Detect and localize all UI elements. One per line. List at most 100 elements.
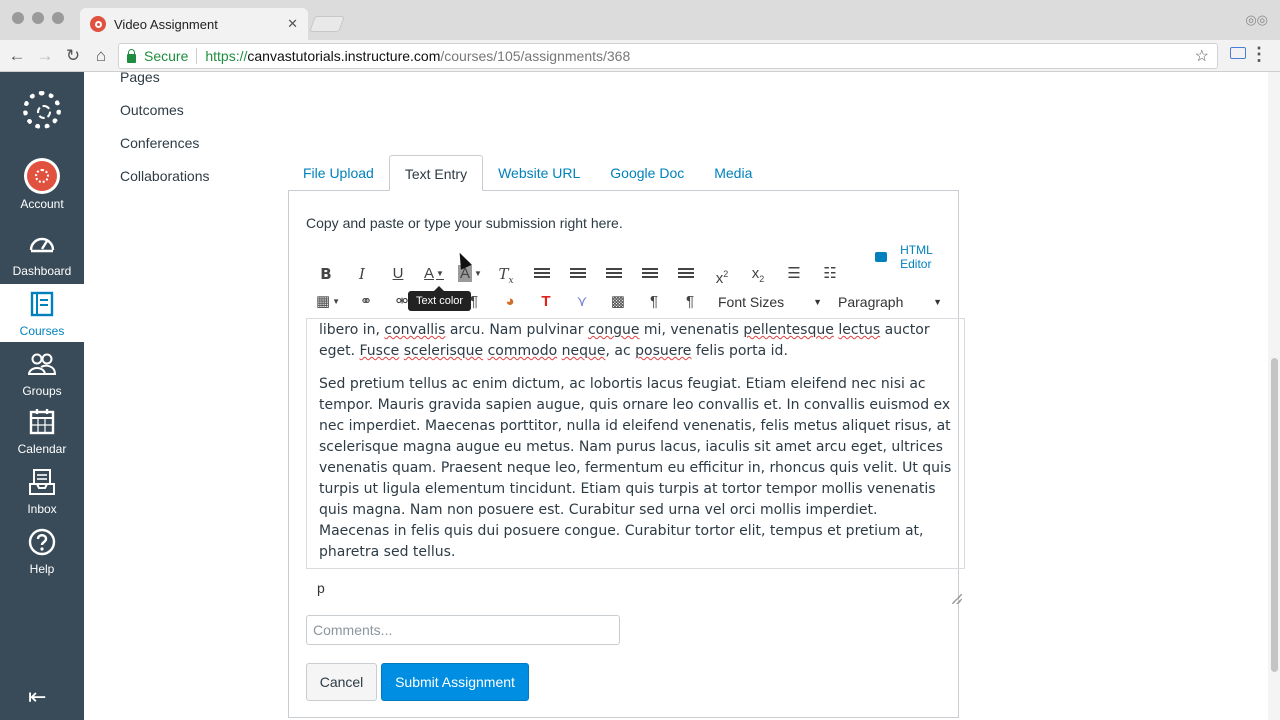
misspelled-word: scelerisque	[403, 343, 484, 359]
canvas-logo-icon[interactable]	[0, 72, 84, 148]
submission-type-tabs: File Upload Text Entry Website URL Googl…	[288, 155, 767, 191]
help-question-icon	[28, 528, 56, 556]
misspelled-word: commodo	[487, 343, 558, 359]
back-arrow-icon[interactable]: ←	[6, 45, 28, 67]
tab-google-doc[interactable]: Google Doc	[595, 155, 699, 191]
global-nav-dashboard[interactable]: Dashboard	[0, 230, 84, 278]
align-left-icon[interactable]	[524, 262, 560, 286]
tab-file-upload[interactable]: File Upload	[288, 155, 389, 191]
chevron-down-icon: ▼	[933, 297, 942, 307]
v-tool-icon[interactable]: ⋎	[564, 290, 600, 314]
tab-close-icon[interactable]: ✕	[287, 16, 298, 32]
text-tool-icon[interactable]: T	[528, 290, 564, 314]
rich-text-editor[interactable]: libero in, convallis arcu. Nam pulvinar …	[306, 318, 965, 569]
global-nav-help[interactable]: Help	[0, 528, 84, 576]
url-scheme: https://	[205, 48, 248, 64]
align-right-icon[interactable]	[596, 262, 632, 286]
forward-arrow-icon[interactable]: →	[34, 45, 56, 67]
course-nav-outcomes[interactable]: Outcomes	[120, 94, 210, 127]
page-scrollbar[interactable]	[1268, 72, 1280, 720]
link-icon[interactable]: ⚭	[348, 290, 384, 314]
cancel-button[interactable]: Cancel	[306, 663, 377, 701]
course-nav-collaborations[interactable]: Collaborations	[120, 160, 210, 193]
align-center-icon[interactable]	[560, 262, 596, 286]
url-host: canvastutorials.instructure.com	[247, 48, 441, 64]
text-color-icon[interactable]: A ▼	[416, 262, 452, 286]
underline-icon[interactable]: U	[380, 262, 416, 286]
subscript-icon[interactable]: x2	[740, 262, 776, 286]
browser-tabstrip: Video Assignment ✕ ◎◎	[0, 0, 1280, 40]
url-path: /courses/105/assignments/368	[440, 48, 631, 64]
paragraph-1-text: libero in,	[319, 322, 385, 338]
paragraph-1-text: , ac	[605, 343, 636, 359]
paragraph-1-text: mi, venenatis	[639, 322, 744, 338]
html-editor-label: HTML Editor	[900, 243, 933, 271]
table-icon[interactable]: ▦ ▼	[308, 290, 348, 314]
element-path: p	[317, 580, 325, 596]
bullet-list-icon[interactable]: ☰	[776, 262, 812, 286]
address-bar[interactable]: Secure https:// canvastutorials.instruct…	[118, 43, 1218, 69]
bold-icon[interactable]: B	[308, 262, 344, 286]
global-nav-calendar[interactable]: Calendar	[0, 408, 84, 456]
reload-icon[interactable]: ↻	[62, 45, 84, 67]
text-color-tooltip: Text color	[408, 286, 472, 311]
course-nav-conferences[interactable]: Conferences	[120, 127, 210, 160]
submission-instructions: Copy and paste or type your submission r…	[306, 215, 623, 231]
global-nav-groups-label: Groups	[22, 384, 62, 398]
course-navigation: Pages Outcomes Conferences Collaboration…	[120, 69, 210, 193]
maximize-window-button[interactable]	[52, 12, 64, 24]
misspelled-word: pellentesque	[743, 322, 834, 338]
background-color-icon[interactable]: A ▼	[452, 262, 488, 286]
misspelled-word: convallis	[384, 322, 446, 338]
paragraph-1-text: arcu. Nam pulvinar	[445, 322, 588, 338]
tab-website-url[interactable]: Website URL	[483, 155, 595, 191]
paragraph-mark-icon[interactable]: ¶	[672, 290, 708, 314]
tab-text-entry[interactable]: Text Entry	[388, 155, 484, 191]
misspelled-word: neque	[561, 343, 606, 359]
paragraph-format-select[interactable]: Paragraph ▼	[828, 290, 948, 314]
outdent-icon[interactable]	[632, 262, 668, 286]
groups-people-icon	[28, 353, 56, 375]
editor-paragraph-2: Sed pretium tellus ac enim dictum, ac lo…	[319, 376, 952, 560]
chevron-down-icon: ▼	[813, 297, 822, 307]
lti-tool-icon[interactable]: ◕	[492, 290, 528, 314]
global-nav-courses[interactable]: Courses	[0, 284, 84, 342]
incognito-profile-icon[interactable]: ◎◎	[1245, 12, 1268, 28]
global-nav-inbox[interactable]: Inbox	[0, 468, 84, 516]
editor-toolbar-row-1: B I U A ▼ A ▼ Tx x2 x2 ☰ ☷	[308, 262, 848, 287]
close-window-button[interactable]	[12, 12, 24, 24]
media-icon[interactable]: ▩	[600, 290, 636, 314]
rtl-paragraph-icon[interactable]: ¶	[636, 290, 672, 314]
italic-icon[interactable]: I	[344, 262, 380, 286]
browser-tab[interactable]: Video Assignment ✕	[80, 8, 308, 40]
html-editor-link[interactable]: HTML Editor	[875, 243, 958, 271]
browser-menu-icon[interactable]: ⋮	[1250, 44, 1268, 65]
scrollbar-thumb[interactable]	[1271, 358, 1278, 672]
global-nav-dashboard-label: Dashboard	[12, 264, 72, 278]
new-tab-button[interactable]	[309, 16, 345, 32]
cast-icon[interactable]	[1230, 47, 1246, 59]
comments-field[interactable]: Comments...	[306, 615, 620, 645]
paragraph-1-text: felis porta id.	[691, 343, 788, 359]
inbox-tray-icon	[29, 469, 55, 495]
indent-icon[interactable]	[668, 262, 704, 286]
window-controls	[12, 12, 64, 24]
font-sizes-select[interactable]: Font Sizes ▼	[708, 290, 828, 314]
minimize-window-button[interactable]	[32, 12, 44, 24]
course-nav-pages[interactable]: Pages	[120, 61, 210, 94]
submit-assignment-button[interactable]: Submit Assignment	[381, 663, 529, 701]
tab-media[interactable]: Media	[699, 155, 767, 191]
global-nav-account[interactable]: Account	[0, 158, 84, 211]
home-icon[interactable]: ⌂	[90, 45, 112, 67]
misspelled-word: Fusce	[359, 343, 400, 359]
bookmark-star-icon[interactable]: ☆	[1195, 46, 1209, 66]
editor-toolbar-row-2: ▦▼ ⚭ ⚮ ▣ ¶ ◕ T ⋎ ▩ ¶ ¶ Font Sizes▼ Parag…	[308, 290, 948, 314]
global-nav-groups[interactable]: Groups	[0, 350, 84, 398]
superscript-icon[interactable]: x2	[704, 262, 740, 287]
global-nav-inbox-label: Inbox	[27, 502, 57, 516]
resize-handle-icon[interactable]	[952, 594, 962, 604]
clear-formatting-icon[interactable]: Tx	[488, 262, 524, 286]
numbered-list-icon[interactable]: ☷	[812, 262, 848, 286]
collapse-nav-icon[interactable]: ⇤	[28, 684, 46, 710]
font-sizes-label: Font Sizes	[718, 294, 785, 310]
